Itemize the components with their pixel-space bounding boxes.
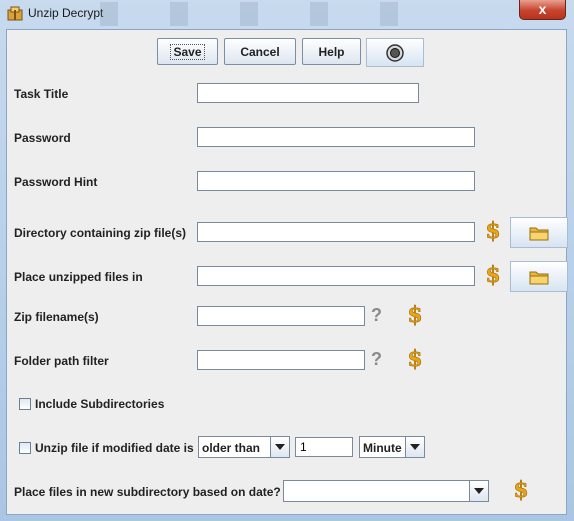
- chevron-down-icon[interactable]: [270, 437, 289, 457]
- password-hint-label: Password Hint: [14, 175, 98, 189]
- chevron-down-icon[interactable]: [405, 437, 424, 457]
- task-title-input[interactable]: [197, 83, 419, 103]
- include-subdirectories-label: Include Subdirectories: [35, 397, 165, 411]
- zip-filenames-label: Zip filename(s): [14, 310, 99, 324]
- date-subdirectory-select[interactable]: [283, 480, 489, 502]
- help-button[interactable]: Help: [302, 38, 361, 65]
- unzip-destination-input[interactable]: [197, 266, 475, 286]
- unzip-destination-label: Place unzipped files in: [14, 270, 143, 284]
- password-label: Password: [14, 131, 71, 145]
- save-button[interactable]: Save: [157, 38, 218, 65]
- date-unit-select[interactable]: Minute: [359, 436, 425, 458]
- dollar-icon[interactable]: [408, 348, 422, 370]
- include-subdirectories-checkbox[interactable]: [19, 398, 31, 410]
- task-title-label: Task Title: [14, 87, 69, 101]
- dollar-icon[interactable]: [486, 264, 500, 286]
- date-comparison-select[interactable]: older than: [198, 436, 290, 458]
- record-icon: [386, 43, 404, 62]
- cancel-button[interactable]: Cancel: [224, 38, 296, 65]
- title-bar[interactable]: Unzip Decrypt x: [0, 0, 574, 28]
- date-subdirectory-label: Place files in new subdirectory based on…: [14, 485, 281, 499]
- record-button[interactable]: [366, 38, 424, 67]
- background-toolbar: [80, 2, 410, 26]
- password-input[interactable]: [197, 127, 475, 147]
- app-icon: [7, 6, 23, 21]
- close-button[interactable]: x: [519, 0, 566, 20]
- zip-directory-input[interactable]: [197, 222, 475, 242]
- folder-icon: [529, 271, 549, 284]
- dollar-icon[interactable]: [408, 304, 422, 326]
- date-amount-input[interactable]: [295, 437, 353, 457]
- zip-directory-label: Directory containing zip file(s): [14, 226, 187, 240]
- form-panel: Save Cancel Help Task Title Password Pas…: [6, 29, 568, 515]
- unzip-decrypt-window: Unzip Decrypt x Save Cancel Help Task Ti…: [0, 0, 574, 521]
- zip-filenames-input[interactable]: [197, 306, 365, 326]
- date-unit-value: Minute: [363, 441, 402, 455]
- question-icon[interactable]: ?: [371, 305, 382, 326]
- modified-date-checkbox[interactable]: [19, 442, 31, 454]
- browse-zip-directory-button[interactable]: [510, 217, 568, 248]
- chevron-down-icon[interactable]: [469, 481, 488, 501]
- folder-icon: [529, 227, 549, 240]
- save-button-label: Save: [170, 43, 205, 60]
- dollar-icon[interactable]: [486, 220, 500, 242]
- browse-unzip-destination-button[interactable]: [510, 261, 568, 292]
- password-hint-input[interactable]: [197, 171, 475, 191]
- folder-filter-input[interactable]: [197, 350, 365, 370]
- modified-date-label: Unzip file if modified date is: [35, 441, 194, 455]
- dollar-icon[interactable]: [514, 479, 528, 501]
- folder-filter-label: Folder path filter: [14, 354, 109, 368]
- question-icon[interactable]: ?: [371, 349, 382, 370]
- date-comparison-value: older than: [202, 441, 261, 455]
